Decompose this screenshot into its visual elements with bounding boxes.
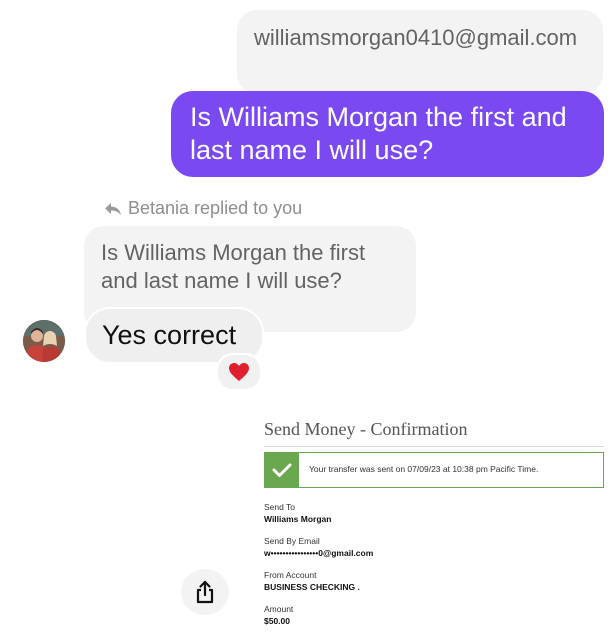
- reply-label: Betania replied to you: [104, 198, 302, 219]
- from-account-field: From Account BUSINESS CHECKING .: [264, 570, 360, 593]
- field-value: w••••••••••••••••0@gmail.com: [264, 548, 374, 558]
- share-button[interactable]: [181, 569, 229, 615]
- field-value: Williams Morgan: [264, 514, 332, 524]
- confirmation-title: Send Money - Confirmation: [264, 419, 468, 439]
- quoted-own-message[interactable]: williamsmorgan0410@gmail.com: [237, 10, 603, 94]
- attachment-image[interactable]: Send Money - Confirmation Your transfer …: [250, 405, 615, 640]
- field-label: Send By Email: [264, 536, 320, 546]
- heart-icon: [229, 363, 249, 381]
- reply-arrow-icon: [105, 202, 121, 215]
- heart-reaction[interactable]: [216, 353, 262, 391]
- avatar[interactable]: [23, 320, 65, 362]
- sent-message-bubble[interactable]: Is Williams Morgan the first and last na…: [171, 91, 604, 177]
- field-value: BUSINESS CHECKING .: [264, 582, 360, 592]
- transfer-notice-text: Your transfer was sent on 07/09/23 at 10…: [309, 464, 539, 474]
- send-to-field: Send To Williams Morgan: [264, 502, 331, 525]
- field-label: Send To: [264, 502, 296, 512]
- received-message-text: Yes correct: [102, 320, 237, 350]
- field-label: Amount: [264, 604, 294, 614]
- amount-field: Amount $50.00: [264, 604, 293, 627]
- share-icon: [196, 580, 214, 604]
- quoted-received-message-text: Is Williams Morgan the first and last na…: [101, 240, 366, 293]
- send-by-email-field: Send By Email w••••••••••••••••0@gmail.c…: [264, 536, 373, 559]
- title-divider: [264, 446, 604, 447]
- check-icon: [272, 463, 292, 477]
- transfer-notice: Your transfer was sent on 07/09/23 at 10…: [264, 452, 604, 488]
- quoted-own-message-text: williamsmorgan0410@gmail.com: [254, 25, 578, 50]
- field-value: $50.00: [264, 616, 290, 626]
- sent-message-text: Is Williams Morgan the first and last na…: [190, 102, 567, 165]
- avatar-photo: [23, 320, 65, 362]
- check-icon-box: [265, 453, 299, 487]
- field-label: From Account: [264, 570, 317, 580]
- reply-label-text: Betania replied to you: [128, 198, 303, 218]
